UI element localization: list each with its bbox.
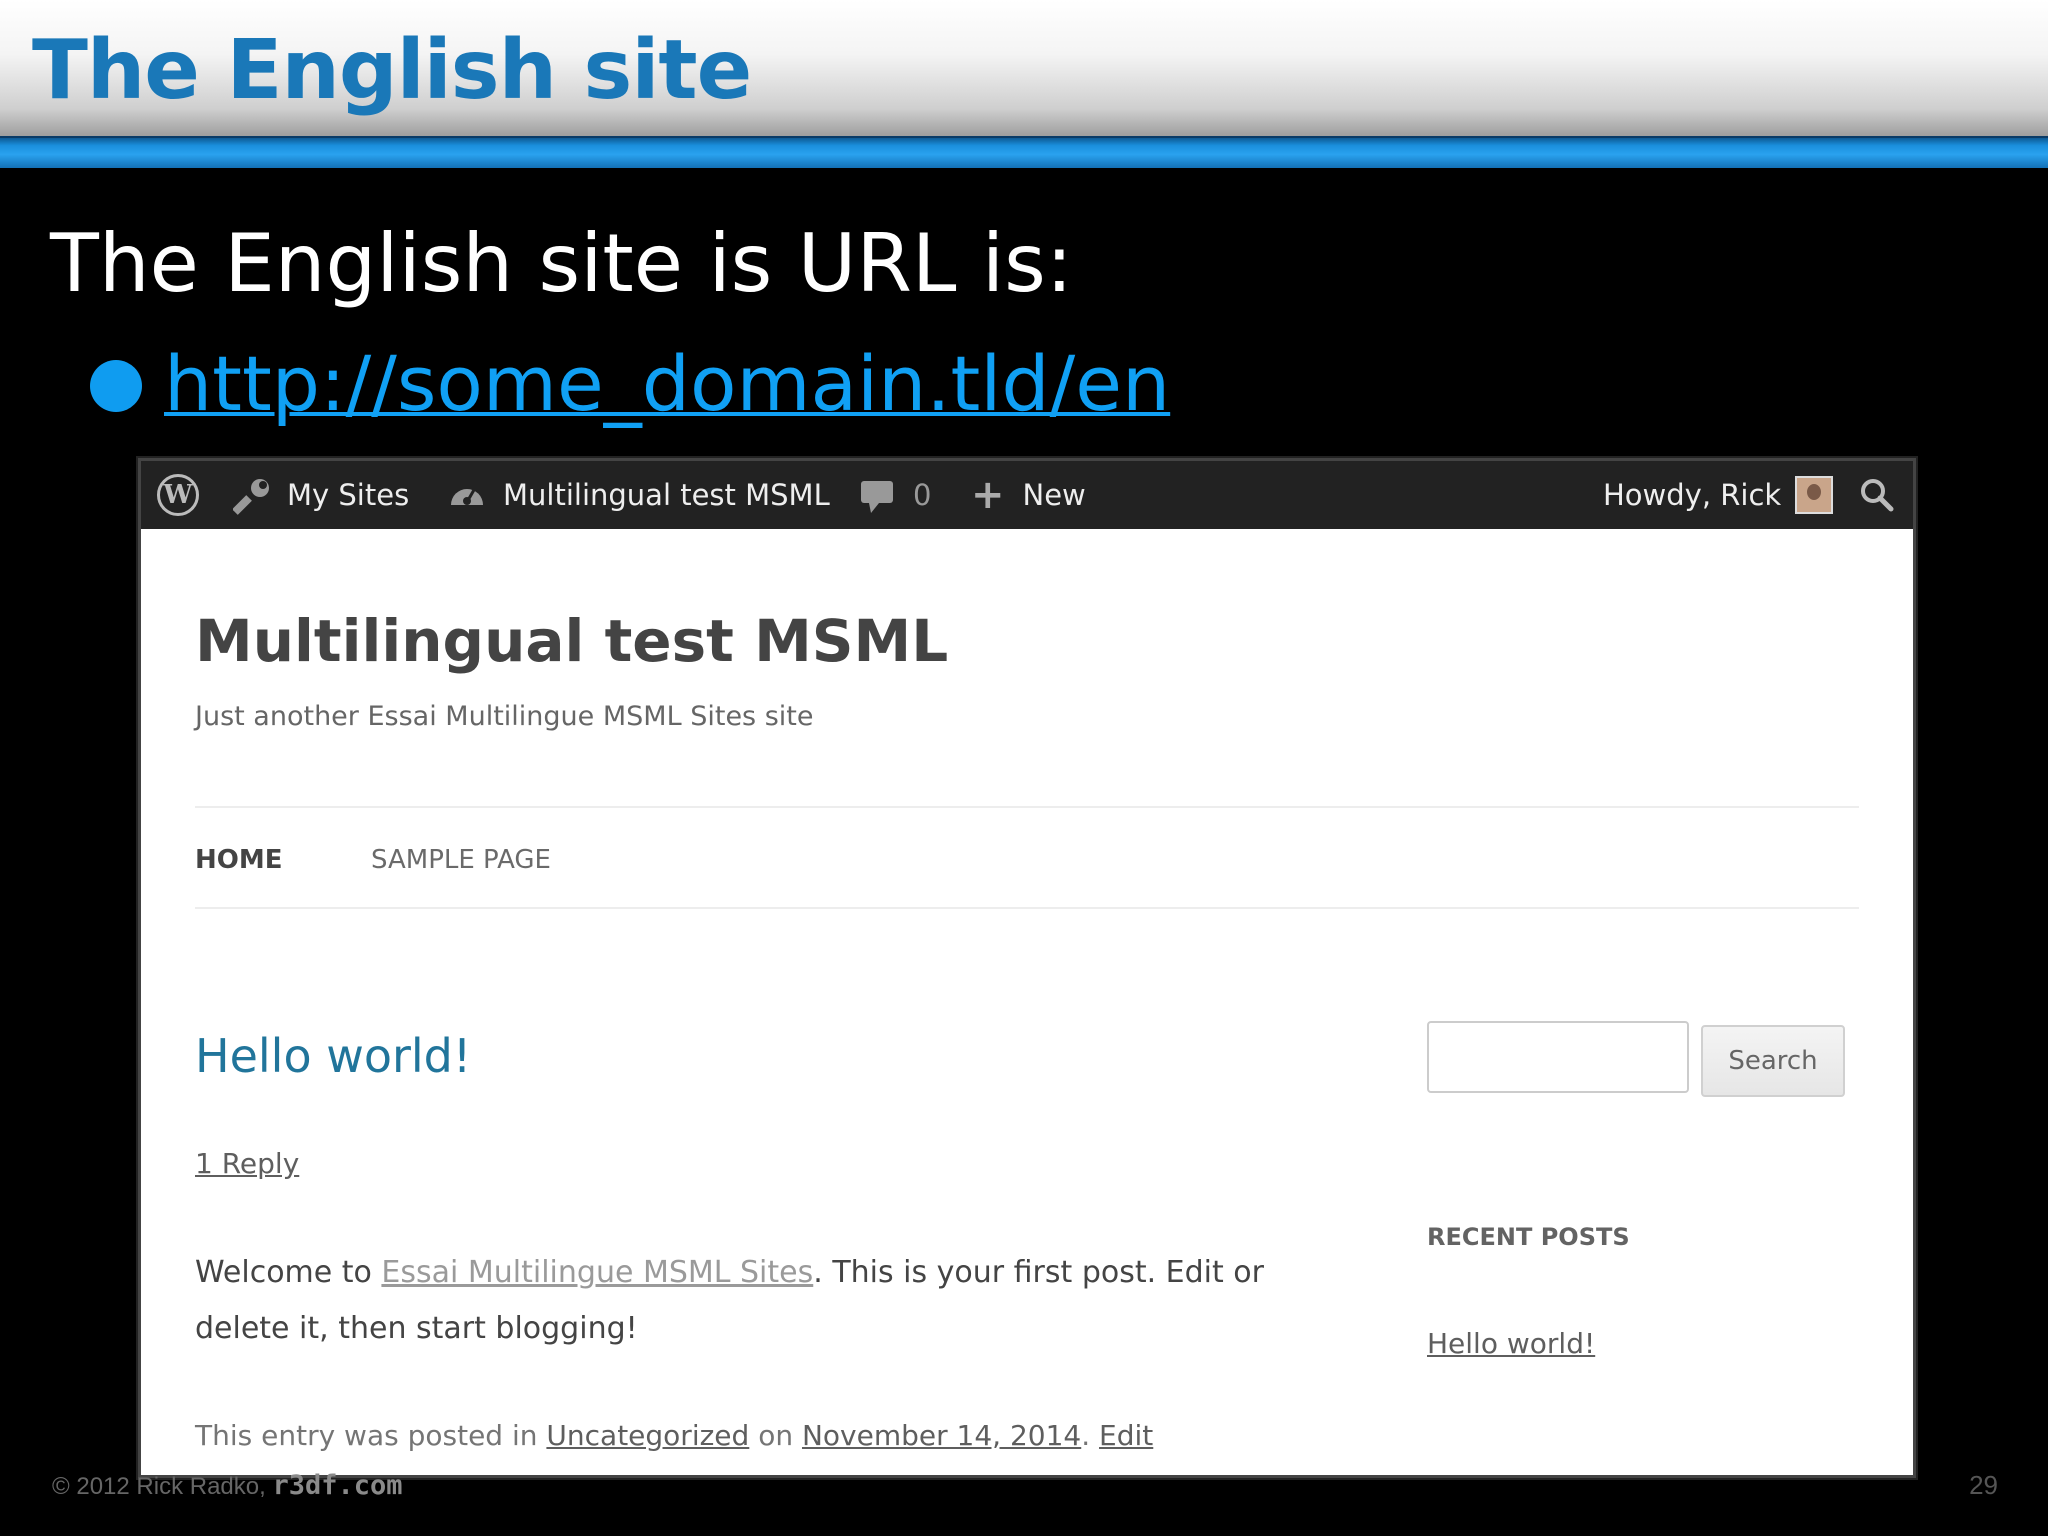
wordpress-logo-icon[interactable]: W: [157, 474, 199, 516]
nav-item-sample-page[interactable]: SAMPLE PAGE: [371, 845, 551, 875]
dashboard-icon: [451, 488, 483, 505]
site-name-menu[interactable]: Multilingual test MSML: [447, 461, 830, 529]
my-sites-label: My Sites: [287, 478, 410, 512]
howdy-label: Howdy, Rick: [1603, 478, 1782, 512]
comment-icon: [861, 481, 893, 513]
meta-text-3: .: [1081, 1419, 1100, 1452]
date-link[interactable]: November 14, 2014: [802, 1419, 1081, 1452]
search-input[interactable]: [1427, 1021, 1689, 1093]
new-label: New: [1022, 478, 1086, 512]
slide-title: The English site: [32, 23, 752, 118]
footer-copyright: © 2012 Rick Radko, r3df.com: [52, 1470, 403, 1501]
search-icon: [1861, 479, 1894, 512]
post-title[interactable]: Hello world!: [195, 1021, 471, 1091]
wordpress-screenshot: W My Sites Multilingual test MSML 0 + Ne…: [138, 458, 1916, 1478]
reply-link[interactable]: 1 Reply: [195, 1147, 299, 1180]
entry-meta: This entry was posted in Uncategorized o…: [195, 1419, 1153, 1452]
search-button[interactable]: Search: [1701, 1025, 1845, 1097]
avatar: [1795, 476, 1834, 514]
category-link[interactable]: Uncategorized: [546, 1419, 749, 1452]
comment-count: 0: [913, 478, 932, 512]
my-sites-menu[interactable]: My Sites: [233, 461, 409, 529]
brand-text: r3df.com: [272, 1470, 403, 1501]
site-name-label: Multilingual test MSML: [503, 478, 830, 512]
admin-bar: W My Sites Multilingual test MSML 0 + Ne…: [141, 461, 1913, 529]
nav-item-home[interactable]: HOME: [195, 845, 283, 875]
site-title[interactable]: Multilingual test MSML: [195, 601, 948, 681]
network-link[interactable]: Essai Multilingue MSML Sites: [381, 1255, 813, 1290]
url-link[interactable]: http://some_domain.tld/en: [164, 334, 1170, 434]
recent-post-link[interactable]: Hello world!: [1427, 1327, 1595, 1360]
nav-divider-bottom: [195, 907, 1859, 909]
comments-menu[interactable]: 0: [859, 461, 931, 529]
plus-icon: +: [971, 472, 1005, 518]
header-rule: [0, 136, 2048, 168]
bullet-icon: [90, 360, 142, 412]
post-body: Welcome to Essai Multilingue MSML Sites.…: [195, 1245, 1275, 1357]
wrench-icon: [233, 479, 269, 515]
nav-divider-top: [195, 806, 1859, 808]
edit-link[interactable]: Edit: [1099, 1419, 1153, 1452]
page-number: 29: [1969, 1470, 1998, 1500]
post-body-intro: Welcome to: [195, 1255, 382, 1290]
slide-subtitle: The English site is URL is:: [50, 217, 1073, 310]
account-menu[interactable]: Howdy, Rick: [1603, 461, 1834, 529]
meta-text-1: This entry was posted in: [195, 1419, 547, 1452]
admin-search[interactable]: [1859, 461, 1895, 529]
meta-text-2: on: [749, 1419, 802, 1452]
slide-header: The English site: [0, 0, 2048, 136]
recent-posts-heading: RECENT POSTS: [1427, 1223, 1630, 1251]
new-content-menu[interactable]: + New: [971, 461, 1086, 529]
copyright-text: © 2012 Rick Radko,: [52, 1473, 273, 1500]
site-description: Just another Essai Multilingue MSML Site…: [195, 701, 814, 732]
